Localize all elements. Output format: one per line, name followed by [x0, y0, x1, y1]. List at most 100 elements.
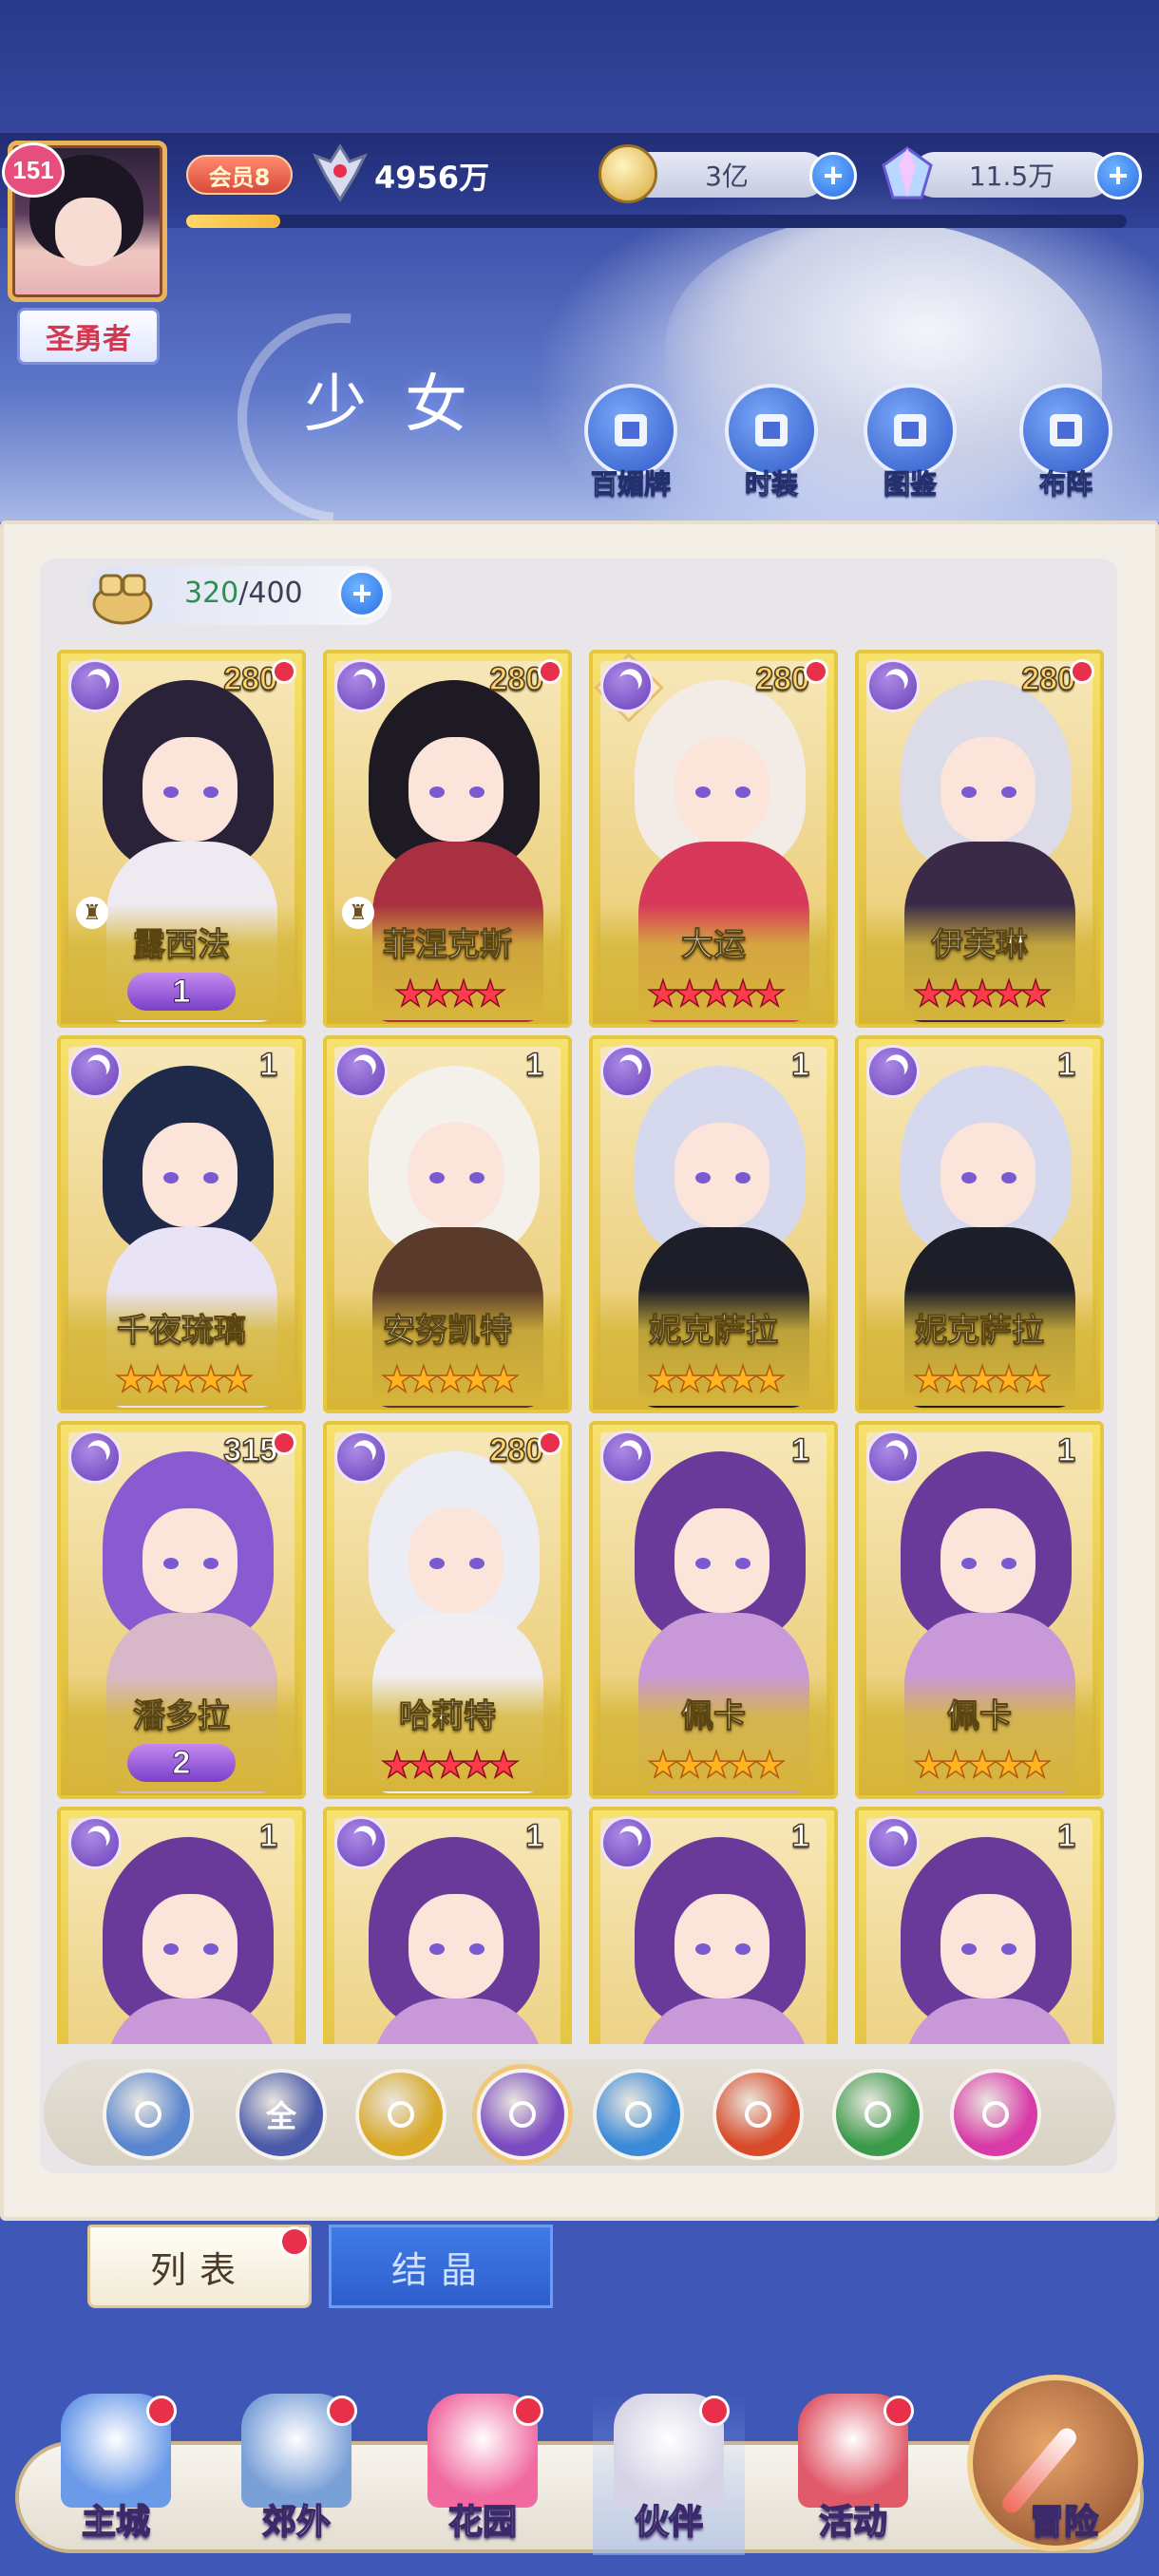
- notification-dot: [699, 2396, 730, 2426]
- moon-element-icon: [68, 1816, 122, 1869]
- character-card[interactable]: 1 妮克萨拉 ★★★★★: [589, 1035, 838, 1413]
- notification-dot: [146, 2396, 177, 2426]
- star-rating: ★★★★: [393, 972, 507, 1015]
- diamond-gem-icon: [882, 146, 933, 199]
- vip-badge[interactable]: 会员8: [186, 155, 293, 195]
- character-card[interactable]: 1: [589, 1807, 838, 2044]
- add-gold-button[interactable]: +: [809, 152, 857, 199]
- nav-card-deck[interactable]: 百媚牌: [574, 384, 688, 501]
- diamond-amount: 11.5万: [912, 152, 1112, 198]
- character-name: 妮克萨拉: [649, 1312, 779, 1351]
- nav-costume[interactable]: 时装: [714, 384, 828, 501]
- character-card[interactable]: 1 佩卡 ★★★★★: [855, 1421, 1104, 1799]
- bottom-nav-castle[interactable]: 主城: [40, 2394, 192, 2555]
- character-level: 315: [223, 1431, 278, 1469]
- star-rating: ★★★★★: [646, 1357, 787, 1401]
- character-card[interactable]: 1: [855, 1807, 1104, 2044]
- notification-dot: [272, 659, 296, 684]
- awaken-wings-badge: 1: [127, 973, 236, 1011]
- add-diamond-button[interactable]: +: [1094, 152, 1142, 199]
- filter-fire-icon[interactable]: [712, 2069, 804, 2160]
- nav-codex-book[interactable]: 图鉴: [853, 384, 967, 501]
- moon-element-icon: [600, 1816, 654, 1869]
- character-card[interactable]: 315 潘多拉 2: [57, 1421, 306, 1799]
- character-card[interactable]: 280 伊芙琳 ★★★★★: [855, 650, 1104, 1028]
- character-card[interactable]: 1: [57, 1807, 306, 2044]
- nav-formation-grid[interactable]: 布阵: [1009, 384, 1123, 501]
- moon-element-icon: [334, 1816, 388, 1869]
- moon-element-icon: [866, 1045, 920, 1098]
- character-card[interactable]: 280 ♜ 露西法 1: [57, 650, 306, 1028]
- tab-crystal[interactable]: 结晶: [329, 2225, 553, 2308]
- expand-capacity-button[interactable]: +: [338, 570, 386, 617]
- character-name: 大运: [681, 926, 747, 965]
- star-rating: ★★★★★: [646, 1743, 787, 1787]
- bag-capacity-icon: [92, 574, 153, 625]
- exp-bar-fill: [186, 215, 280, 228]
- notification-dot: [327, 2396, 357, 2426]
- character-name: 哈莉特: [399, 1697, 497, 1736]
- character-level: 280: [489, 1431, 544, 1469]
- notification-dot: [884, 2396, 914, 2426]
- combat-power-icon: [312, 143, 369, 202]
- notification-dot: [538, 659, 562, 684]
- bottom-nav-label: 伙伴: [634, 2502, 704, 2543]
- notification-dot: [272, 1430, 296, 1455]
- character-name: 千夜琉璃: [117, 1312, 247, 1351]
- character-card[interactable]: 1 千夜琉璃 ★★★★★: [57, 1035, 306, 1413]
- character-name: 露西法: [133, 926, 231, 965]
- moon-element-icon: [600, 659, 654, 712]
- character-level: 1: [524, 1817, 543, 1855]
- star-rating: ★★★★★: [380, 1357, 521, 1401]
- nav-label: 图鉴: [883, 468, 937, 501]
- moon-element-icon: [68, 1430, 122, 1484]
- bottom-nav-label: 花园: [447, 2502, 518, 2543]
- bottom-nav-label: 主城: [81, 2502, 151, 2543]
- moon-element-icon: [68, 1045, 122, 1098]
- character-card[interactable]: 280 ♜ 菲涅克斯 ★★★★: [323, 650, 572, 1028]
- filter-moon-icon[interactable]: [477, 2069, 568, 2160]
- bottom-nav-heart[interactable]: 花园: [407, 2394, 559, 2555]
- nav-label: 布阵: [1038, 468, 1092, 501]
- moon-element-icon: [600, 1045, 654, 1098]
- filter-star-icon[interactable]: [950, 2069, 1041, 2160]
- page-title: 少女: [304, 368, 505, 441]
- filter-wind-icon[interactable]: [832, 2069, 923, 2160]
- character-card[interactable]: 1 安努凯特 ★★★★★: [323, 1035, 572, 1413]
- roster-capacity-text: 320/400: [184, 577, 303, 610]
- player-title-badge[interactable]: 圣勇者: [17, 308, 160, 365]
- filter-light-icon[interactable]: [103, 2069, 194, 2160]
- bottom-nav-label: 冒险: [1029, 2502, 1099, 2543]
- bottom-nav-gate[interactable]: 郊外: [220, 2394, 372, 2555]
- star-rating: ★★★★★: [646, 972, 787, 1015]
- character-level: 1: [1056, 1817, 1075, 1855]
- character-name: 安努凯特: [383, 1312, 513, 1351]
- star-rating: ★★★★★: [912, 1743, 1053, 1787]
- star-rating: ★★★★★: [114, 1357, 255, 1401]
- bottom-nav-compass[interactable]: 冒险: [988, 2394, 1140, 2555]
- combat-power-value: 4956万: [374, 160, 490, 196]
- character-level: 1: [258, 1046, 277, 1084]
- moon-element-icon: [334, 1045, 388, 1098]
- character-card[interactable]: 1 佩卡 ★★★★★: [589, 1421, 838, 1799]
- moon-element-icon: [334, 1430, 388, 1484]
- nav-label: 时装: [744, 468, 798, 501]
- character-name: 佩卡: [681, 1697, 747, 1736]
- moon-element-icon: [334, 659, 388, 712]
- character-card[interactable]: 280 哈莉特 ★★★★★: [323, 1421, 572, 1799]
- bottom-nav-partner-avatar[interactable]: 伙伴: [593, 2394, 745, 2555]
- character-card[interactable]: 1: [323, 1807, 572, 2044]
- character-level: 1: [524, 1046, 543, 1084]
- character-name: 佩卡: [947, 1697, 1013, 1736]
- filter-all[interactable]: 全: [236, 2069, 327, 2160]
- character-card[interactable]: 280 大运 ★★★★★: [589, 650, 838, 1028]
- star-rating: ★★★★★: [912, 1357, 1053, 1401]
- tab-list[interactable]: 列表: [87, 2225, 312, 2308]
- bottom-nav-gift-box[interactable]: 活动: [777, 2394, 929, 2555]
- moon-element-icon: [866, 1430, 920, 1484]
- character-card[interactable]: 1 妮克萨拉 ★★★★★: [855, 1035, 1104, 1413]
- filter-sun-icon[interactable]: [355, 2069, 446, 2160]
- bottom-nav-label: 活动: [818, 2502, 888, 2543]
- filter-water-icon[interactable]: [593, 2069, 684, 2160]
- awaken-wings-badge: 2: [127, 1744, 236, 1782]
